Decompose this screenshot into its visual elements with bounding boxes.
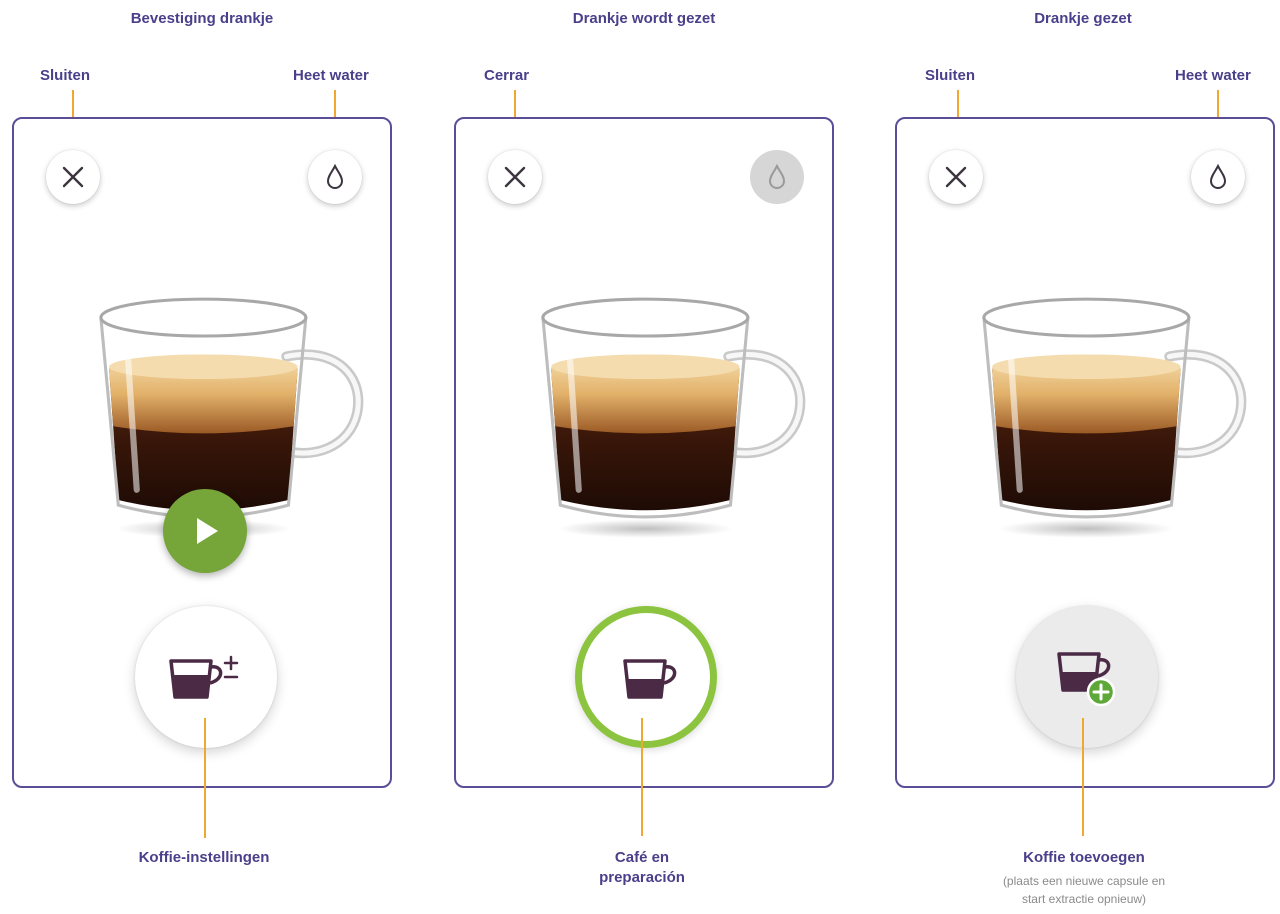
play-icon xyxy=(197,518,218,544)
water-callout-label: Heet water xyxy=(293,67,369,84)
add-coffee-sublabel-line-1: (plaats een nieuwe capsule en xyxy=(1002,874,1166,888)
coffee-settings-label: Koffie-instellingen xyxy=(138,849,270,866)
leader-line xyxy=(641,718,643,836)
brewing-label: Café en preparación xyxy=(502,848,782,888)
brewing-label-line-2: preparación xyxy=(599,869,685,886)
screen-confirm-drink xyxy=(12,117,392,788)
add-coffee-icon xyxy=(1057,652,1116,707)
coffee-settings-icon xyxy=(169,655,239,699)
add-coffee-sublabel-line-2: start extractie opnieuw) xyxy=(1021,892,1147,906)
coffee-cup-icon xyxy=(623,659,677,699)
water-drop-icon xyxy=(1209,163,1227,189)
leader-line xyxy=(1082,718,1084,836)
panel-1-title: Bevestiging drankje xyxy=(130,10,274,27)
hot-water-button-disabled xyxy=(750,150,804,204)
panel-2-title: Drankje wordt gezet xyxy=(572,10,716,27)
close-button[interactable] xyxy=(46,150,100,204)
screen-drink-done xyxy=(895,117,1275,788)
close-icon xyxy=(62,166,84,188)
close-button[interactable] xyxy=(929,150,983,204)
close-button[interactable] xyxy=(488,150,542,204)
add-coffee-label: Koffie toevoegen xyxy=(1023,849,1145,866)
hot-water-button[interactable] xyxy=(308,150,362,204)
coffee-settings-button[interactable] xyxy=(135,606,277,748)
hot-water-button[interactable] xyxy=(1191,150,1245,204)
close-icon xyxy=(945,166,967,188)
brewing-label-line-1: Café en xyxy=(614,849,670,866)
panel-3-title: Drankje gezet xyxy=(1034,10,1132,27)
add-coffee-button[interactable] xyxy=(1016,606,1158,748)
add-coffee-sublabel: (plaats een nieuwe capsule en start extr… xyxy=(944,872,1224,908)
coffee-cup-image xyxy=(977,295,1247,541)
close-callout-label: Sluiten xyxy=(925,67,976,84)
leader-line xyxy=(204,718,206,838)
water-callout-label: Heet water xyxy=(1175,67,1251,84)
close-icon xyxy=(504,166,526,188)
start-brew-button[interactable] xyxy=(163,489,247,573)
water-drop-icon xyxy=(768,163,786,189)
close-callout-label: Sluiten xyxy=(40,67,91,84)
coffee-cup-image xyxy=(536,295,806,541)
screen-brewing xyxy=(454,117,834,788)
water-drop-icon xyxy=(326,163,344,189)
brewing-progress-button[interactable] xyxy=(575,606,717,748)
close-callout-label: Cerrar xyxy=(484,67,530,84)
